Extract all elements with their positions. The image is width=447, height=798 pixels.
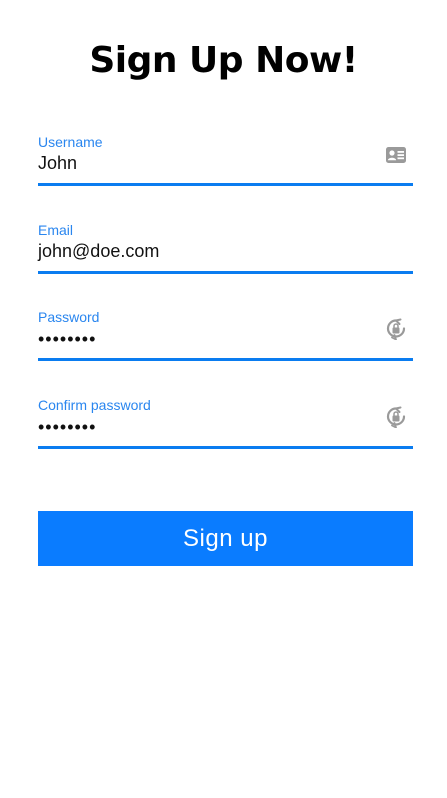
lock-rotate-icon[interactable] xyxy=(385,318,407,340)
confirm-password-label: Confirm password xyxy=(38,397,151,413)
password-field[interactable]: Password •••••••• xyxy=(38,309,413,361)
username-field[interactable]: Username John xyxy=(38,134,413,186)
email-input[interactable]: john@doe.com xyxy=(38,239,368,263)
sign-up-button[interactable]: Sign up xyxy=(38,511,413,566)
confirm-password-field[interactable]: Confirm password •••••••• xyxy=(38,397,413,449)
contact-card-icon xyxy=(385,144,407,166)
password-input[interactable]: •••••••• xyxy=(38,327,368,351)
page-title: Sign Up Now! xyxy=(89,40,358,81)
username-label: Username xyxy=(38,134,103,150)
email-label: Email xyxy=(38,222,74,238)
password-label: Password xyxy=(38,309,100,325)
email-field[interactable]: Email john@doe.com xyxy=(38,222,413,274)
confirm-password-input[interactable]: •••••••• xyxy=(38,415,368,439)
signup-screen: Sign Up Now! Username John Email john@do… xyxy=(0,0,447,798)
lock-rotate-icon[interactable] xyxy=(385,406,407,428)
username-input[interactable]: John xyxy=(38,151,368,175)
